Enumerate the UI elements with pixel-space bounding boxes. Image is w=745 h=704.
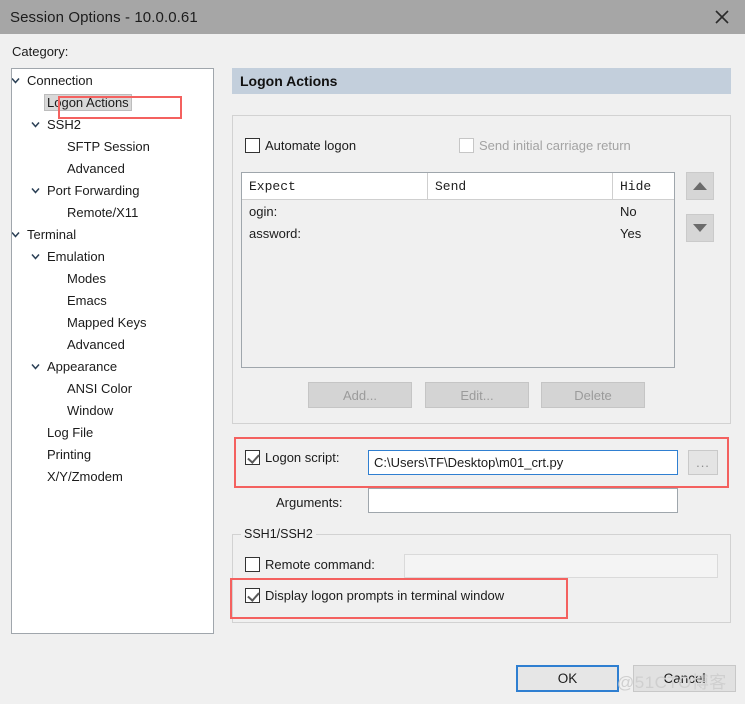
remote-command-label: Remote command:	[265, 557, 375, 572]
tree-item-port-forwarding[interactable]: Port Forwarding	[12, 179, 213, 201]
tree-item-ssh2[interactable]: SSH2	[12, 113, 213, 135]
tree-item-label: Mapped Keys	[67, 314, 147, 330]
tree-item-appearance[interactable]: Appearance	[12, 355, 213, 377]
tree-item-label: Window	[67, 402, 114, 418]
remote-command-checkbox[interactable]	[245, 557, 260, 572]
tree-item-label: Advanced	[67, 160, 125, 176]
edit-button[interactable]: Edit...	[425, 382, 529, 408]
title-bar: Session Options - 10.0.0.61	[0, 0, 745, 34]
chevron-down-icon[interactable]	[28, 245, 42, 267]
ssh-group: SSH1/SSH2	[232, 527, 731, 623]
category-tree[interactable]: Connection Logon Actions SSH2 SFTP Session A…	[11, 68, 214, 634]
delete-button[interactable]: Delete	[541, 382, 645, 408]
chevron-down-icon[interactable]	[28, 113, 42, 135]
tree-item-label: Modes	[67, 270, 107, 286]
pane-header: Logon Actions	[232, 68, 731, 94]
column-header-hide[interactable]: Hide	[613, 173, 673, 199]
tree-item-label: Terminal	[27, 226, 77, 242]
tree-item-mapped-keys[interactable]: Mapped Keys	[12, 311, 213, 333]
send-initial-cr-row: Send initial carriage return	[459, 138, 631, 153]
tree-item-label: Advanced	[67, 336, 125, 352]
table-row[interactable]: ogin: No	[242, 200, 674, 222]
display-prompts-checkbox[interactable]	[245, 588, 260, 603]
tree-item-emulation[interactable]: Emulation	[12, 245, 213, 267]
cell-expect: assword:	[249, 225, 302, 241]
tree-item-label: SFTP Session	[67, 138, 150, 154]
automate-logon-row[interactable]: Automate logon	[245, 138, 356, 153]
tree-item-modes[interactable]: Modes	[12, 267, 213, 289]
category-label: Category:	[12, 44, 69, 59]
pane-title: Logon Actions	[240, 73, 338, 89]
tree-item-advanced[interactable]: Advanced	[12, 157, 213, 179]
table-row[interactable]: assword: Yes	[242, 222, 674, 244]
tree-item-label: SSH2	[47, 116, 81, 132]
tree-item-label: Log File	[47, 424, 94, 440]
browse-button[interactable]: ...	[688, 450, 718, 475]
chevron-down-icon[interactable]	[28, 179, 42, 201]
tree-item-label: Remote/X11	[67, 204, 139, 220]
tree-item-x-y-zmodem[interactable]: X/Y/Zmodem	[12, 465, 213, 487]
tree-item-label: ANSI Color	[67, 380, 133, 396]
tree-item-label: Port Forwarding	[47, 182, 140, 198]
window-title: Session Options - 10.0.0.61	[10, 8, 198, 26]
automate-logon-checkbox[interactable]	[245, 138, 260, 153]
arrow-down-icon[interactable]	[686, 214, 714, 242]
send-initial-cr-label: Send initial carriage return	[479, 138, 631, 153]
arrow-up-icon[interactable]	[686, 172, 714, 200]
logon-script-checkbox[interactable]	[245, 450, 260, 465]
logon-script-input[interactable]: C:\Users\TF\Desktop\m01_crt.py	[368, 450, 678, 475]
tree-item-logon-actions[interactable]: Logon Actions	[12, 91, 213, 113]
chevron-down-icon[interactable]	[28, 355, 42, 377]
remote-command-input	[404, 554, 718, 578]
close-icon[interactable]	[699, 0, 745, 34]
display-prompts-label: Display logon prompts in terminal window	[265, 588, 505, 603]
display-prompts-row[interactable]: Display logon prompts in terminal window	[245, 588, 504, 603]
tree-item-window[interactable]: Window	[12, 399, 213, 421]
tree-item-label: Emacs	[67, 292, 107, 308]
tree-item-label: Printing	[47, 446, 92, 462]
add-button[interactable]: Add...	[308, 382, 412, 408]
cell-hide: No	[620, 203, 637, 219]
send-initial-cr-checkbox	[459, 138, 474, 153]
chevron-down-icon[interactable]	[12, 223, 22, 245]
tree-item-label: Connection	[27, 72, 93, 88]
tree-item-label: Emulation	[47, 248, 105, 264]
logon-script-label: Logon script:	[265, 450, 340, 465]
column-header-expect[interactable]: Expect	[242, 173, 428, 199]
cell-hide: Yes	[620, 225, 642, 241]
cell-send	[428, 222, 613, 244]
arguments-label: Arguments:	[276, 495, 343, 510]
tree-item-printing[interactable]: Printing	[12, 443, 213, 465]
chevron-down-icon[interactable]	[12, 69, 22, 91]
table-header-row: Expect Send Hide	[242, 173, 674, 200]
ok-button[interactable]: OK	[516, 665, 619, 692]
automate-logon-label: Automate logon	[265, 138, 357, 153]
session-options-dialog: Session Options - 10.0.0.61 Category: Co…	[0, 0, 745, 704]
tree-item-log-file[interactable]: Log File	[12, 421, 213, 443]
remote-command-row[interactable]: Remote command:	[245, 557, 375, 572]
tree-item-label: Logon Actions	[44, 93, 132, 111]
tree-item-connection[interactable]: Connection	[12, 69, 213, 91]
cell-send	[428, 200, 613, 222]
tree-item-sftp-session[interactable]: SFTP Session	[12, 135, 213, 157]
column-header-send[interactable]: Send	[428, 173, 613, 199]
tree-item-ansi-color[interactable]: ANSI Color	[12, 377, 213, 399]
tree-item-remote-x11[interactable]: Remote/X11	[12, 201, 213, 223]
tree-item-emacs[interactable]: Emacs	[12, 289, 213, 311]
logon-actions-table[interactable]: Expect Send Hide ogin: No assword: Yes	[241, 172, 675, 368]
tree-item-label: X/Y/Zmodem	[47, 468, 123, 484]
cancel-button[interactable]: Cancel	[633, 665, 736, 692]
logon-script-row[interactable]: Logon script:	[245, 450, 339, 465]
arguments-input[interactable]	[368, 488, 678, 513]
tree-item-advanced[interactable]: Advanced	[12, 333, 213, 355]
tree-item-label: Appearance	[47, 358, 118, 374]
tree-item-terminal[interactable]: Terminal	[12, 223, 213, 245]
ssh-group-title: SSH1/SSH2	[241, 527, 316, 541]
cell-expect: ogin:	[249, 203, 278, 219]
